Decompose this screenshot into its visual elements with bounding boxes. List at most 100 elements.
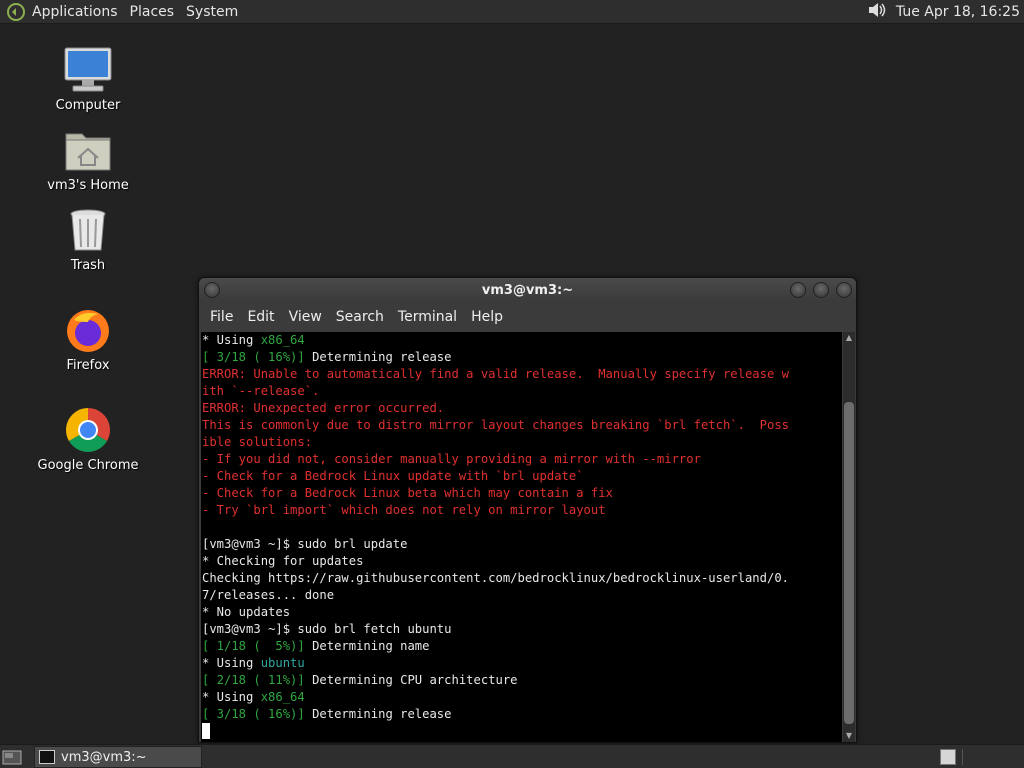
window-title: vm3@vm3:~ — [481, 282, 574, 298]
terminal-text: * Using — [202, 656, 261, 670]
top-panel: Applications Places System Tue Apr 18, 1… — [0, 0, 1024, 24]
terminal-text: ubuntu — [260, 656, 305, 670]
terminal-text: 7/releases... done — [202, 588, 335, 602]
show-desktop-icon[interactable] — [2, 748, 22, 766]
terminal-scrollbar[interactable]: ▲ ▼ — [843, 332, 855, 742]
menu-system[interactable]: System — [180, 1, 244, 23]
desktop-icon-firefox[interactable]: Firefox — [38, 304, 138, 373]
terminal-line: - Check for a Bedrock Linux beta which m… — [202, 485, 842, 502]
menu-search[interactable]: Search — [329, 309, 391, 325]
minimize-button[interactable] — [790, 282, 806, 298]
menu-terminal[interactable]: Terminal — [391, 309, 464, 325]
desktop-icon-label: Computer — [55, 98, 121, 113]
terminal-line: - Check for a Bedrock Linux update with … — [202, 468, 842, 485]
terminal-text: ERROR: Unable to automatically find a va… — [202, 367, 789, 381]
terminal-text: x86_64 — [260, 690, 305, 704]
firefox-icon — [62, 304, 114, 356]
terminal-text: * Checking for updates — [202, 554, 364, 568]
terminal-line: [ 3/18 ( 16%)] Determining release — [202, 706, 842, 723]
terminal-text: ERROR: Unexpected error occurred. — [202, 401, 445, 415]
terminal-text: [ 2/18 ( 11%)] — [202, 673, 305, 687]
menu-applications[interactable]: Applications — [28, 1, 124, 23]
terminal-line: - If you did not, consider manually prov… — [202, 451, 842, 468]
chrome-icon — [62, 404, 114, 456]
terminal-output[interactable]: * Using x86_64[ 3/18 ( 16%)] Determining… — [201, 332, 842, 742]
desktop-icon-computer[interactable]: Computer — [38, 44, 138, 113]
terminal-line: * Checking for updates — [202, 553, 842, 570]
terminal-line: [vm3@vm3 ~]$ sudo brl fetch ubuntu — [202, 621, 842, 638]
menu-view[interactable]: View — [282, 309, 329, 325]
terminal-line: [ 1/18 ( 5%)] Determining name — [202, 638, 842, 655]
volume-icon[interactable] — [866, 0, 888, 25]
desktop-icon-chrome[interactable]: Google Chrome — [38, 404, 138, 473]
terminal-window: vm3@vm3:~ File Edit View Search Terminal… — [198, 277, 857, 743]
workspace-1[interactable] — [940, 749, 956, 765]
terminal-line: ible solutions: — [202, 434, 842, 451]
desktop-icon-label: Trash — [70, 258, 106, 273]
distro-logo-icon[interactable] — [4, 0, 28, 24]
terminal-line: - Try `brl import` which does not rely o… — [202, 502, 842, 519]
scroll-down-arrow-icon[interactable]: ▼ — [843, 730, 855, 742]
workspace-2[interactable] — [962, 749, 1022, 765]
desktop-icon-home[interactable]: vm3's Home — [38, 124, 138, 193]
terminal-line: This is commonly due to distro mirror la… — [202, 417, 842, 434]
terminal-line: [ 2/18 ( 11%)] Determining CPU architect… — [202, 672, 842, 689]
home-folder-icon — [62, 124, 114, 176]
desktop-icon-label: vm3's Home — [47, 178, 129, 193]
terminal-text: - Check for a Bedrock Linux update with … — [202, 469, 584, 483]
bottom-panel: vm3@vm3:~ — [0, 744, 1024, 768]
computer-icon — [62, 44, 114, 96]
terminal-text: [vm3@vm3 ~]$ sudo brl fetch ubuntu — [202, 622, 452, 636]
window-menu-button[interactable] — [204, 282, 220, 298]
terminal-line: * Using x86_64 — [202, 332, 842, 349]
terminal-text: - If you did not, consider manually prov… — [202, 452, 701, 466]
desktop-icon-trash[interactable]: Trash — [38, 204, 138, 273]
terminal-menubar: File Edit View Search Terminal Help — [199, 302, 856, 332]
desktop-icon-label: Google Chrome — [37, 458, 139, 473]
terminal-line: 7/releases... done — [202, 587, 842, 604]
terminal-text: - Check for a Bedrock Linux beta which m… — [202, 486, 613, 500]
clock[interactable]: Tue Apr 18, 16:25 — [888, 4, 1024, 20]
terminal-line: ith `--release`. — [202, 383, 842, 400]
terminal-text: [ 3/18 ( 16%)] — [202, 707, 305, 721]
scroll-up-arrow-icon[interactable]: ▲ — [843, 332, 855, 344]
terminal-line: [ 3/18 ( 16%)] Determining release — [202, 349, 842, 366]
terminal-text: ible solutions: — [202, 435, 313, 449]
terminal-line: * No updates — [202, 604, 842, 621]
terminal-text: * No updates — [202, 605, 291, 619]
menu-edit[interactable]: Edit — [240, 309, 281, 325]
terminal-line: [vm3@vm3 ~]$ sudo brl update — [202, 536, 842, 553]
close-button[interactable] — [836, 282, 852, 298]
terminal-text: x86_64 — [260, 333, 305, 347]
desktop-icon-label: Firefox — [66, 358, 110, 373]
terminal-line: * Using x86_64 — [202, 689, 842, 706]
taskbar-item-terminal[interactable]: vm3@vm3:~ — [34, 746, 202, 768]
maximize-button[interactable] — [813, 282, 829, 298]
terminal-text: - Try `brl import` which does not rely o… — [202, 503, 606, 517]
terminal-text: Determining name — [304, 639, 430, 653]
terminal-cursor-line — [202, 723, 842, 740]
text-cursor — [202, 723, 210, 739]
terminal-line: ERROR: Unable to automatically find a va… — [202, 366, 842, 383]
terminal-text: ith `--release`. — [202, 384, 320, 398]
terminal-text: This is commonly due to distro mirror la… — [202, 418, 789, 432]
terminal-text: [vm3@vm3 ~]$ sudo brl update — [202, 537, 408, 551]
terminal-line: ERROR: Unexpected error occurred. — [202, 400, 842, 417]
window-titlebar[interactable]: vm3@vm3:~ — [199, 278, 856, 302]
terminal-icon — [39, 750, 55, 764]
menu-file[interactable]: File — [203, 309, 240, 325]
terminal-text: Determining release — [304, 707, 452, 721]
trash-icon — [62, 204, 114, 256]
terminal-text: [ 1/18 ( 5%)] — [202, 639, 305, 653]
scroll-thumb[interactable] — [844, 402, 854, 724]
terminal-text: * Using — [202, 333, 261, 347]
menu-places[interactable]: Places — [124, 1, 181, 23]
menu-help[interactable]: Help — [464, 309, 510, 325]
taskbar-item-label: vm3@vm3:~ — [61, 749, 147, 765]
terminal-text: Checking https://raw.githubusercontent.c… — [202, 571, 789, 585]
terminal-text: * Using — [202, 690, 261, 704]
terminal-text: Determining CPU architecture — [304, 673, 518, 687]
terminal-line: * Using ubuntu — [202, 655, 842, 672]
terminal-line: Checking https://raw.githubusercontent.c… — [202, 570, 842, 587]
